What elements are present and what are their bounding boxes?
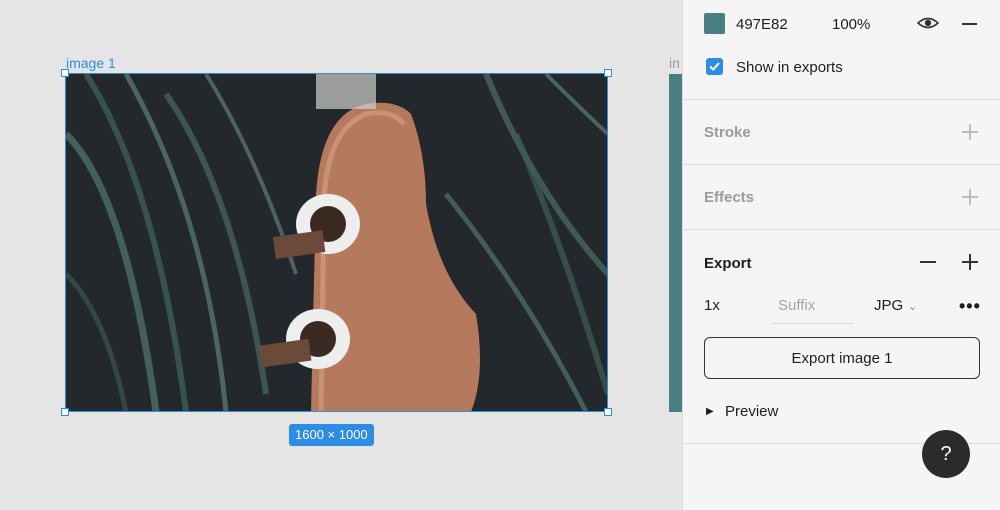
add-effect-plus-icon[interactable] [962,189,978,205]
divider [683,164,1000,165]
resize-handle-bottom-right[interactable] [604,408,612,416]
stroke-section-title: Stroke [704,124,751,141]
export-suffix-input[interactable]: Suffix [778,297,815,314]
effects-section-title: Effects [704,189,755,206]
remove-fill-button[interactable] [962,23,977,25]
divider [683,99,1000,100]
add-stroke-plus-icon[interactable] [962,124,978,140]
properties-panel: 497E82 100% Show in exports Stroke Effec… [682,0,1000,510]
export-section-title: Export [704,255,752,272]
remove-export-minus-icon[interactable] [920,261,936,263]
next-frame-label[interactable]: in [669,55,680,71]
guitar-headstock-image [66,74,608,412]
fill-opacity-value[interactable]: 100% [832,16,870,33]
export-button[interactable]: Export image 1 [704,337,980,379]
image-frame[interactable] [66,74,608,412]
show-in-exports-checkbox[interactable] [706,58,723,75]
resize-handle-top-right[interactable] [604,69,612,77]
caret-right-icon[interactable]: ▶ [706,406,714,417]
chevron-down-icon[interactable]: ⌄ [908,300,917,313]
show-in-exports-label[interactable]: Show in exports [736,59,843,76]
export-scale-select[interactable]: 1x [704,297,720,314]
frame-label[interactable]: image 1 [66,55,116,71]
size-badge: 1600 × 1000 [289,424,374,446]
more-options-icon[interactable]: ••• [959,296,981,317]
resize-handle-bottom-left[interactable] [61,408,69,416]
preview-toggle[interactable]: Preview [725,403,778,420]
eye-icon[interactable] [917,14,939,32]
divider [683,229,1000,230]
next-frame-preview[interactable] [669,74,682,412]
help-button[interactable]: ? [922,430,970,478]
fill-hex-value[interactable]: 497E82 [736,16,788,33]
fill-swatch[interactable] [704,13,725,34]
canvas[interactable]: image 1 in 1600 × 1000 [0,0,682,510]
checkmark-icon [709,62,720,71]
add-export-plus-icon[interactable] [962,254,978,270]
suffix-underline [771,323,854,324]
export-format-select[interactable]: JPG [874,297,903,314]
resize-handle-top-left[interactable] [61,69,69,77]
